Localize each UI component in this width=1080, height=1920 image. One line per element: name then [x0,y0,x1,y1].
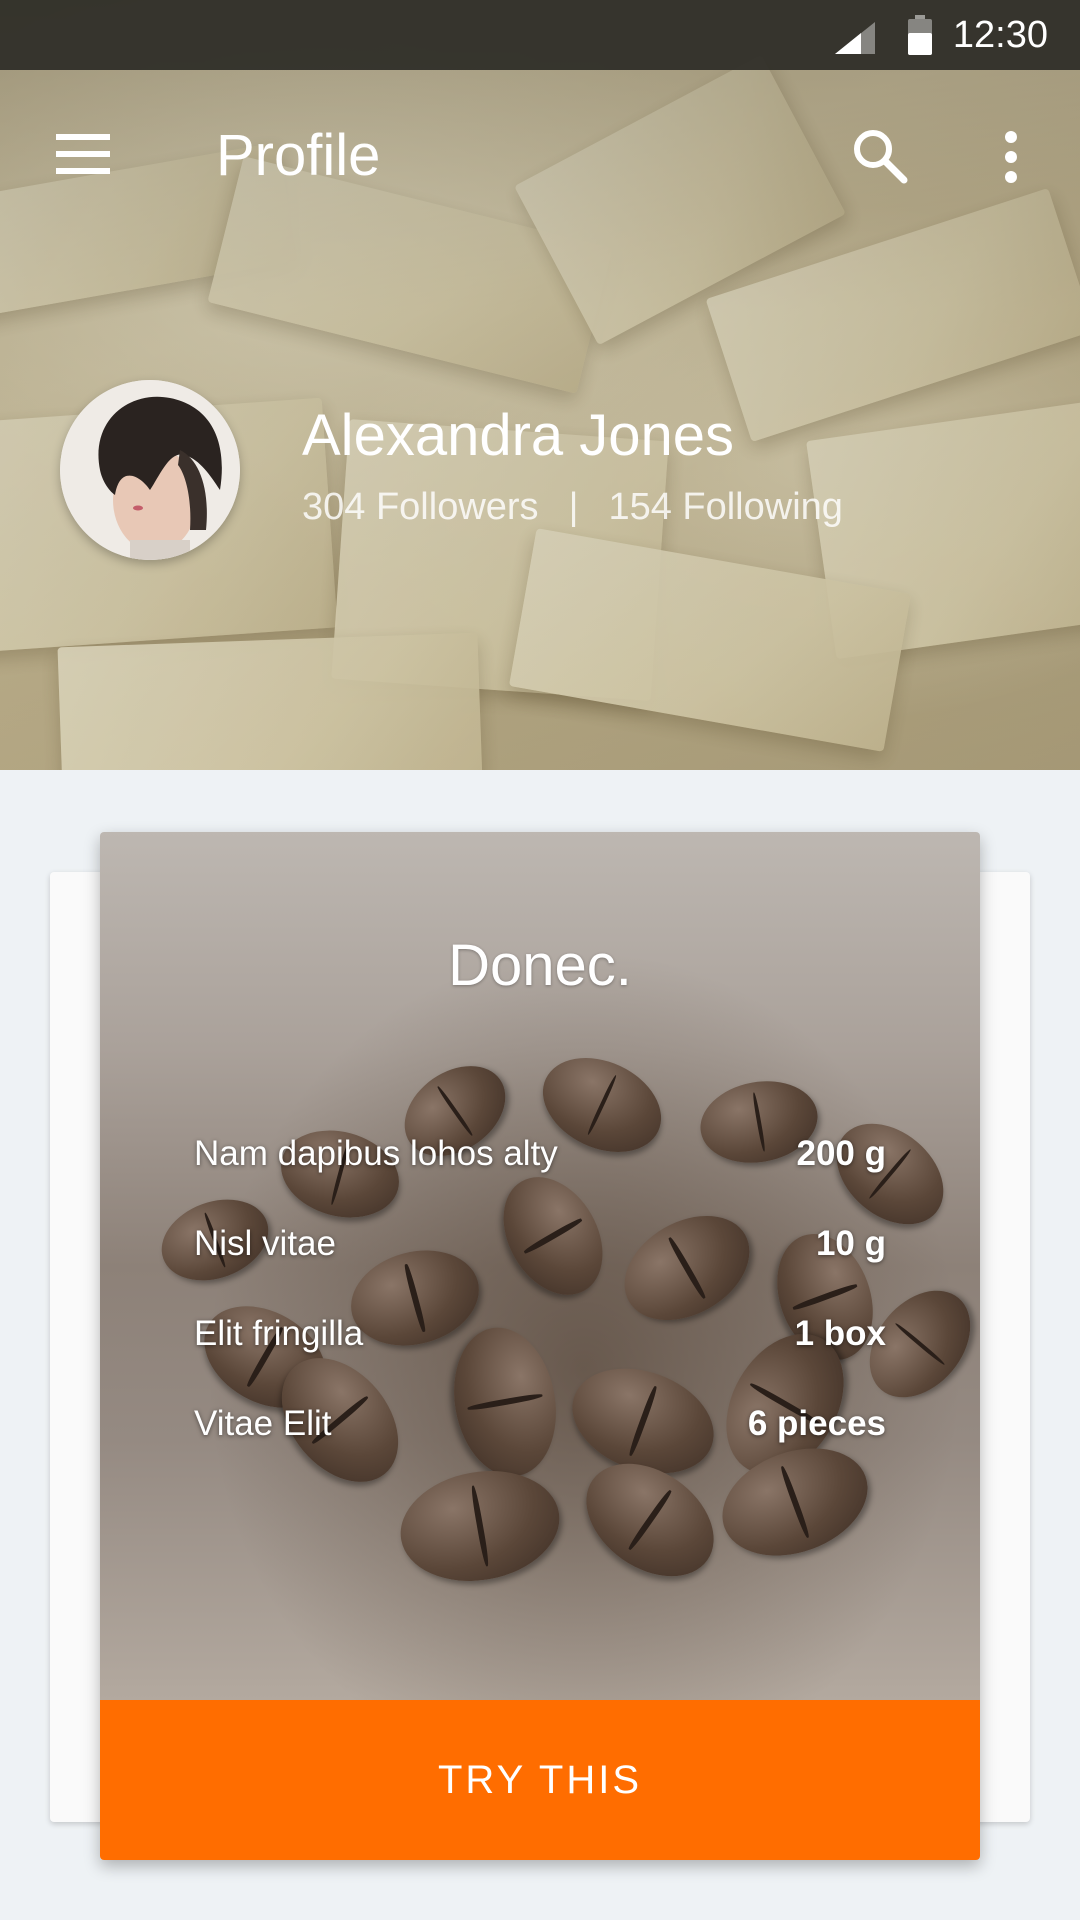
ingredient-row: Nisl vitae 10 g [194,1224,886,1314]
ingredient-amount: 200 g [796,1134,887,1173]
ingredient-name: Elit fringilla [194,1314,364,1353]
toolbar: Profile [0,70,1080,245]
ingredient-name: Nam dapibus lohos alty [194,1134,558,1173]
recipe-card[interactable]: Donec. Nam dapibus lohos alty 200 g Nisl… [100,832,980,1860]
ingredient-row: Vitae Elit 6 pieces [194,1404,886,1494]
ingredient-amount: 1 box [794,1314,886,1353]
avatar[interactable] [60,380,240,560]
page-title: Profile [216,123,381,188]
ingredient-row: Nam dapibus lohos alty 200 g [194,1134,886,1224]
followers-count[interactable]: 304 Followers [302,486,539,528]
ingredient-row: Elit fringilla 1 box [194,1314,886,1404]
following-count[interactable]: 154 Following [608,486,842,528]
signal-icon [835,22,875,54]
status-bar: 12:30 [0,0,1080,70]
status-time: 12:30 [952,14,1048,56]
menu-icon[interactable] [56,134,110,174]
ingredient-name: Nisl vitae [194,1224,336,1263]
profile-name: Alexandra Jones [302,403,735,468]
profile-stats: 304 Followers | 154 Following [302,486,843,529]
stats-separator: | [568,486,579,528]
ingredient-amount: 10 g [815,1224,886,1263]
avatar-photo [60,380,240,560]
search-icon[interactable] [852,128,908,184]
ingredient-name: Vitae Elit [194,1404,332,1443]
ingredient-list: Nam dapibus lohos alty 200 g Nisl vitae … [194,1134,886,1494]
more-vert-icon[interactable] [996,130,1026,184]
try-this-button[interactable]: TRY THIS [100,1700,980,1860]
ingredient-amount: 6 pieces [747,1404,886,1443]
card-title: Donec. [448,933,632,998]
battery-icon [908,15,932,55]
